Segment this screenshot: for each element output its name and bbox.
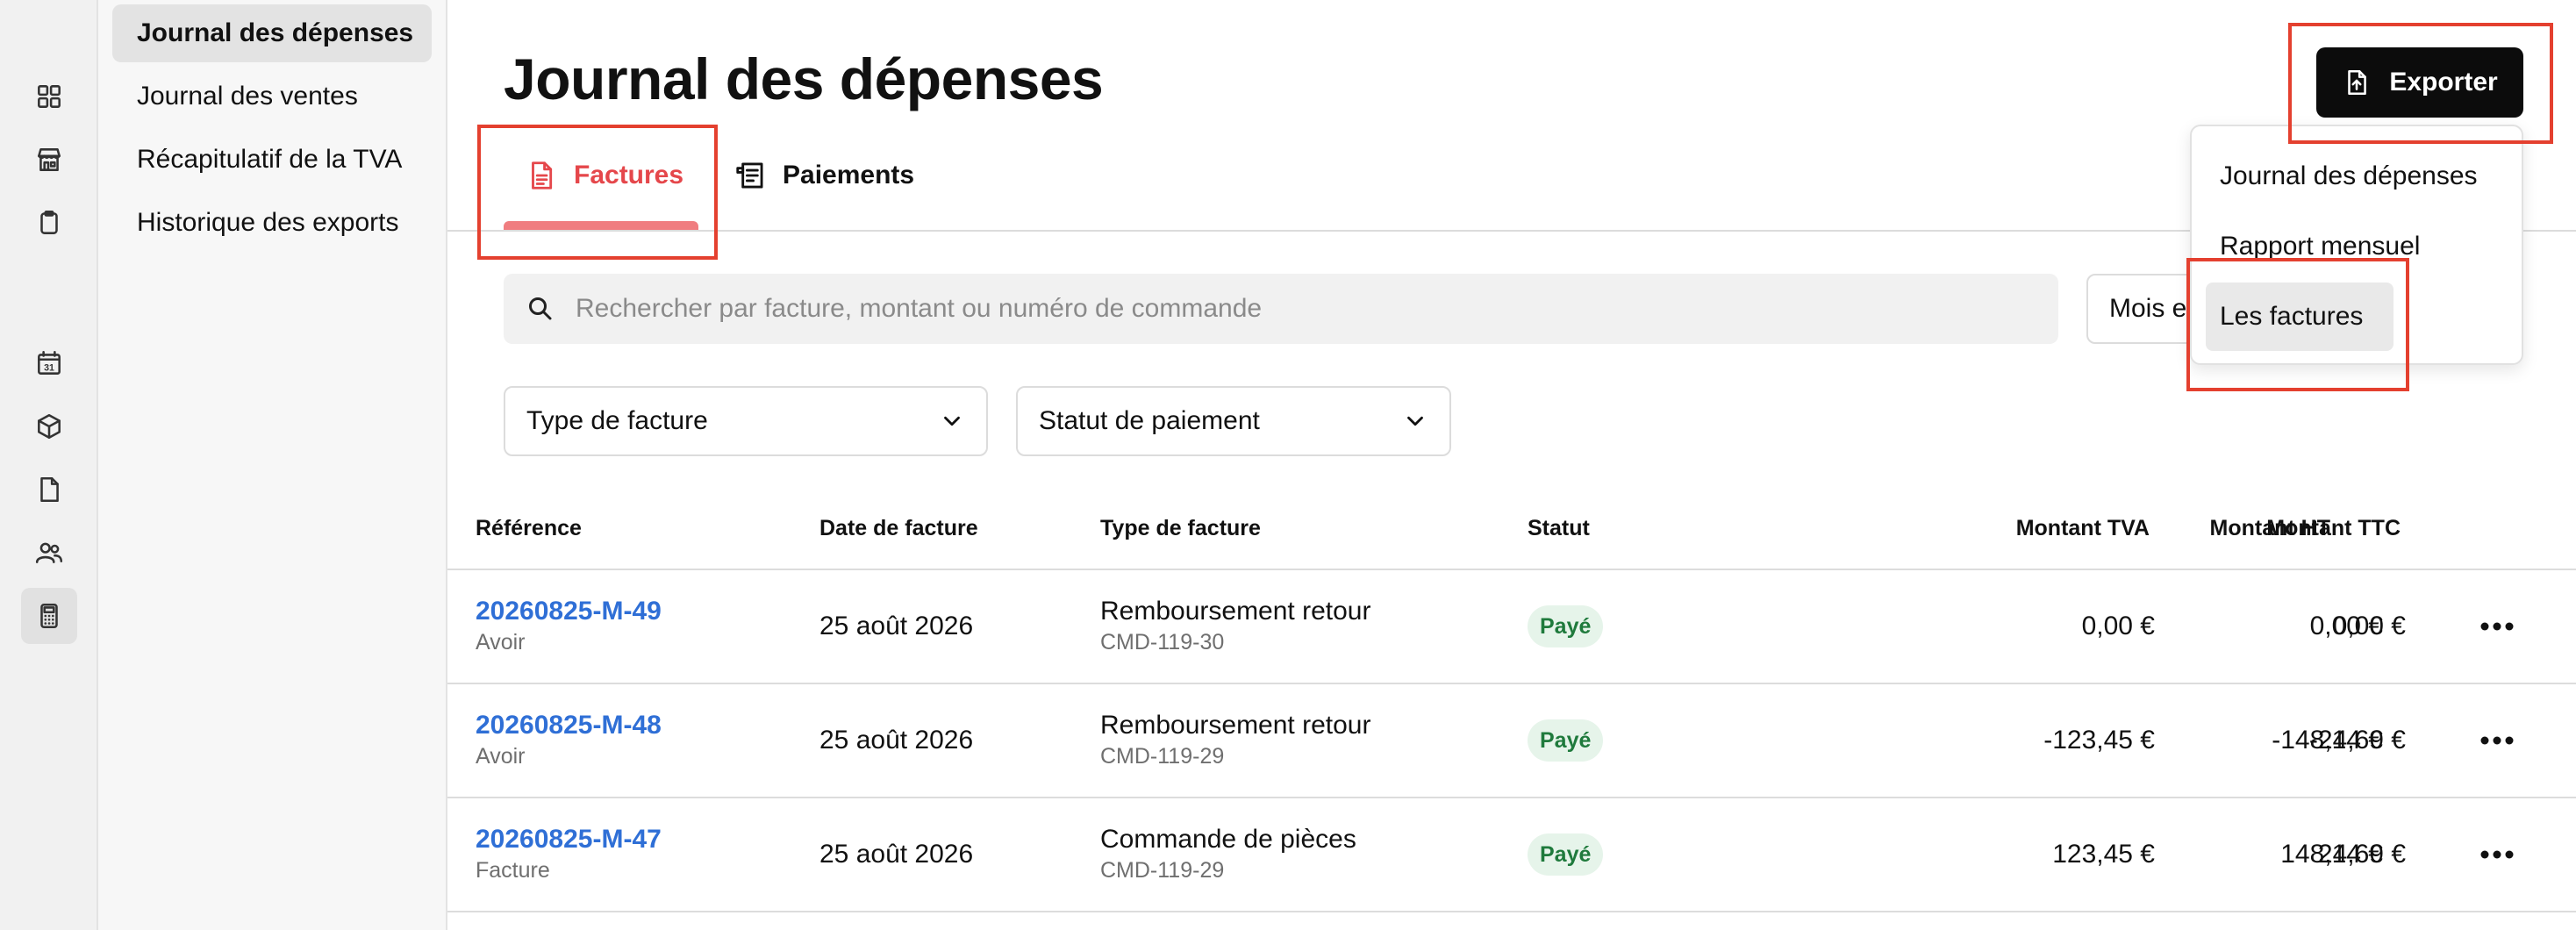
invoice-reference-link[interactable]: 20260825-M-48 (476, 711, 662, 740)
ellipsis-icon (2480, 850, 2514, 859)
export-option-rapport-mensuel[interactable]: Rapport mensuel (2206, 212, 2420, 281)
invoice-type-label: Type de facture (526, 406, 708, 435)
tab-factures[interactable]: Factures (525, 140, 683, 211)
secondary-sidebar: Journal des dépenses Journal des ventes … (98, 0, 447, 930)
row-divider (447, 683, 2576, 684)
tab-label: Factures (574, 161, 684, 190)
sidebar-item-journal-depenses[interactable]: Journal des dépenses (112, 4, 432, 62)
users-icon[interactable] (21, 525, 77, 581)
order-number: CMD-119-29 (1100, 744, 1225, 769)
table-header-divider (447, 569, 2576, 570)
export-button[interactable]: Exporter (2316, 47, 2523, 118)
dashboard-icon[interactable] (21, 68, 77, 125)
export-option-journal-depenses[interactable]: Journal des dépenses (2206, 142, 2478, 211)
search-input[interactable] (576, 294, 1979, 324)
payment-status-label: Statut de paiement (1039, 406, 1260, 435)
status-badge: Payé (1528, 719, 1604, 762)
column-header-invoice-type[interactable]: Type de facture (1100, 516, 1261, 541)
month-filter-label: Mois e (2109, 294, 2187, 323)
invoice-type: Commande de pièces (1100, 825, 1356, 854)
invoice-icon (532, 161, 553, 190)
svg-text:31: 31 (44, 363, 54, 374)
order-number: CMD-119-30 (1100, 630, 1225, 655)
chevron-down-icon (1407, 416, 1423, 426)
document-icon[interactable] (21, 461, 77, 518)
more-actions-button[interactable] (2471, 837, 2523, 872)
column-header-amount-ttc[interactable]: Montant TTC (2132, 516, 2401, 541)
box-icon[interactable] (21, 398, 77, 454)
active-tab-indicator (504, 221, 698, 230)
calendar-icon[interactable]: 31 (21, 335, 77, 391)
amount-ttc: 148,14 € (2280, 840, 2383, 869)
clipboard-icon[interactable] (21, 195, 77, 251)
ellipsis-icon (2480, 736, 2514, 745)
invoice-type: Remboursement retour (1100, 597, 1371, 626)
document-type: Avoir (476, 744, 526, 769)
receipt-icon (736, 162, 763, 189)
column-header-status[interactable]: Statut (1528, 516, 1590, 541)
sidebar-item-recap-tva[interactable]: Récapitulatif de la TVA (112, 131, 432, 189)
row-divider (447, 911, 2576, 912)
amount-ttc: -148,14 € (2272, 726, 2383, 755)
chevron-down-icon (944, 416, 960, 426)
tab-paiements[interactable]: Paiements (733, 140, 914, 211)
search-icon (529, 297, 552, 320)
document-type: Avoir (476, 630, 526, 655)
file-upload-icon (2348, 69, 2367, 96)
amount-ttc: 0,00 € (2309, 612, 2383, 640)
export-dropdown-menu: Journal des dépenses Rapport mensuel Les… (2190, 125, 2523, 365)
document-type: Facture (476, 858, 550, 883)
tab-label: Paiements (783, 161, 915, 190)
invoice-date: 25 août 2026 (819, 840, 974, 869)
row-divider (447, 797, 2576, 798)
invoice-date: 25 août 2026 (819, 612, 974, 640)
invoice-date: 25 août 2026 (819, 726, 974, 755)
invoice-reference-link[interactable]: 20260825-M-47 (476, 825, 662, 855)
column-header-date[interactable]: Date de facture (819, 516, 978, 541)
page-title: Journal des dépenses (504, 46, 1104, 111)
status-badge: Payé (1528, 605, 1604, 647)
calculator-icon[interactable] (21, 588, 77, 644)
status-badge: Payé (1528, 833, 1604, 876)
invoice-reference-link[interactable]: 20260825-M-49 (476, 597, 662, 626)
sidebar-item-journal-ventes[interactable]: Journal des ventes (112, 68, 432, 125)
payment-status-select[interactable]: Statut de paiement (1016, 386, 1451, 456)
ellipsis-icon (2480, 622, 2514, 631)
search-bar[interactable] (504, 274, 2058, 344)
export-button-label: Exporter (2389, 68, 2498, 97)
order-number: CMD-119-29 (1100, 858, 1225, 883)
column-header-reference[interactable]: Référence (476, 516, 582, 541)
export-option-les-factures[interactable]: Les factures (2206, 283, 2394, 351)
invoice-type-select[interactable]: Type de facture (504, 386, 988, 456)
more-actions-button[interactable] (2471, 723, 2523, 758)
icon-rail: 31 (0, 0, 98, 930)
column-header-amount-tva[interactable]: Montant TVA (1869, 516, 2150, 541)
sidebar-item-historique-exports[interactable]: Historique des exports (112, 194, 432, 252)
store-icon[interactable] (21, 132, 77, 188)
more-actions-button[interactable] (2471, 609, 2523, 644)
invoice-type: Remboursement retour (1100, 711, 1371, 740)
